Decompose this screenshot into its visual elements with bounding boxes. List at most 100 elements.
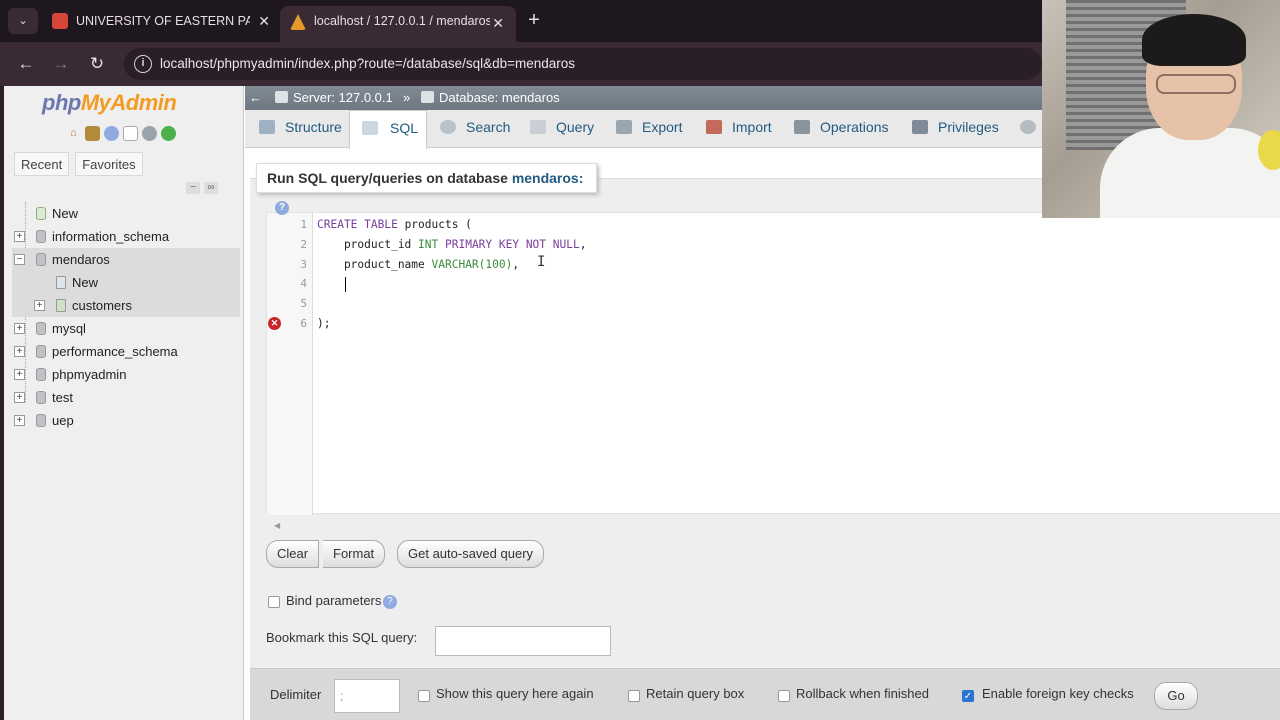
tab-search-menu-icon[interactable]: ⌄ <box>8 8 38 34</box>
search-icon <box>440 120 456 134</box>
logout-icon[interactable] <box>85 126 100 141</box>
tree-item-mysql[interactable]: + mysql <box>12 317 240 340</box>
browser-tab-phpmyadmin[interactable]: localhost / 127.0.0.1 / mendaros ✕ <box>280 6 516 42</box>
database-icon <box>36 414 46 427</box>
tab-privileges[interactable]: Privileges <box>898 110 999 148</box>
scroll-left-arrow-icon[interactable]: ◀ <box>274 521 280 530</box>
reload-navigation-icon[interactable] <box>161 126 176 141</box>
database-tree: New + information_schema − mendaros New … <box>12 202 240 432</box>
breadcrumb-database[interactable]: Database: mendaros <box>421 86 560 110</box>
address-bar[interactable]: i localhost/phpmyadmin/index.php?route=/… <box>124 48 1042 80</box>
legend-text: Run SQL query/queries on database <box>267 170 508 186</box>
retain-query-box-label: Retain query box <box>646 686 745 701</box>
rollback-when-finished-checkbox[interactable] <box>778 690 790 702</box>
tree-item-label: New <box>72 275 99 290</box>
tree-item-phpmyadmin[interactable]: + phpmyadmin <box>12 363 240 386</box>
expand-icon[interactable]: + <box>14 392 25 403</box>
tab-export[interactable]: Export <box>602 110 682 148</box>
collapse-icon[interactable]: − <box>14 254 25 265</box>
expand-icon[interactable]: + <box>14 415 25 426</box>
sql-text: , <box>512 258 520 271</box>
server-label: Server: 127.0.0.1 <box>293 90 393 105</box>
navigation-panel: phpMyAdmin ⌂ Recent Favorites − ∞ New + … <box>4 86 244 720</box>
show-query-again-checkbox[interactable] <box>418 690 430 702</box>
favorites-tab[interactable]: Favorites <box>75 152 143 176</box>
delimiter-input[interactable]: ; <box>334 679 400 713</box>
phpmyadmin-logo[interactable]: phpMyAdmin <box>42 90 177 116</box>
go-button[interactable]: Go <box>1154 682 1198 710</box>
tab-sql[interactable]: SQL <box>349 110 427 149</box>
person-glasses <box>1156 74 1236 94</box>
bind-parameters-checkbox[interactable] <box>268 596 280 608</box>
tree-item-uep[interactable]: + uep <box>12 409 240 432</box>
tab-import[interactable]: Import <box>692 110 772 148</box>
help-icon[interactable]: ? <box>383 595 397 609</box>
sql-icon <box>362 121 378 135</box>
tab-structure[interactable]: Structure <box>245 110 342 148</box>
tree-item-label: uep <box>52 413 74 428</box>
url-text[interactable]: localhost/phpmyadmin/index.php?route=/da… <box>160 48 575 80</box>
bind-parameters-label: Bind parameters <box>286 593 382 608</box>
tree-item-information-schema[interactable]: + information_schema <box>12 225 240 248</box>
person-hair <box>1142 14 1246 66</box>
help-icon[interactable]: ? <box>275 201 289 215</box>
expand-icon[interactable]: + <box>14 369 25 380</box>
link-with-main-icon[interactable]: ∞ <box>204 182 218 194</box>
retain-query-box-checkbox[interactable] <box>628 690 640 702</box>
tree-item-mendaros[interactable]: − mendaros <box>12 248 240 271</box>
structure-icon <box>259 120 275 134</box>
sql-editor[interactable]: 1 2 3 4 5 ✕ 6 CREATE TABLE products ( pr… <box>266 212 1280 515</box>
tree-item-performance-schema[interactable]: + performance_schema <box>12 340 240 363</box>
server-icon <box>275 91 288 103</box>
settings-gear-icon[interactable] <box>142 126 157 141</box>
tab-title: UNIVERSITY OF EASTERN PANG <box>76 14 250 28</box>
breadcrumb-server[interactable]: Server: 127.0.0.1 <box>275 86 393 110</box>
database-icon <box>36 322 46 335</box>
tab-more[interactable] <box>1006 110 1036 148</box>
help-icon[interactable] <box>104 126 119 141</box>
site-info-icon[interactable]: i <box>134 55 152 73</box>
new-table-icon <box>56 276 66 289</box>
expand-icon[interactable]: + <box>14 323 25 334</box>
expand-icon[interactable]: + <box>14 346 25 357</box>
person-shirt <box>1100 128 1280 218</box>
tab-label: Structure <box>285 119 342 135</box>
reload-icon[interactable]: ↻ <box>84 51 110 77</box>
tree-item-new-database[interactable]: New <box>12 202 240 225</box>
tree-item-label: New <box>52 206 79 221</box>
tab-operations[interactable]: Operations <box>780 110 888 148</box>
line-gutter: 1 2 3 4 5 ✕ 6 <box>267 213 313 515</box>
tab-search[interactable]: Search <box>426 110 510 148</box>
bookmark-input[interactable] <box>435 626 611 656</box>
tree-item-label: customers <box>72 298 132 313</box>
new-tab-button[interactable]: + <box>520 6 548 36</box>
format-button[interactable]: Format <box>323 540 386 568</box>
sql-text: products ( <box>397 218 472 231</box>
browser-tab-university[interactable]: UNIVERSITY OF EASTERN PANG ✕ <box>48 6 276 36</box>
back-arrow-icon[interactable]: ← <box>13 51 39 77</box>
tree-item-new-table[interactable]: New <box>12 271 240 294</box>
clear-button[interactable]: Clear <box>266 540 320 568</box>
collapse-sidebar-icon[interactable]: ← <box>249 86 265 110</box>
tab-query[interactable]: Query <box>516 110 594 148</box>
breadcrumb-separator: » <box>403 90 411 105</box>
collapse-all-icon[interactable]: − <box>186 182 200 194</box>
get-auto-saved-query-button[interactable]: Get auto-saved query <box>397 540 545 568</box>
forward-arrow-icon[interactable]: → <box>48 51 74 77</box>
recent-tab[interactable]: Recent <box>14 152 70 176</box>
expand-icon[interactable]: + <box>34 300 45 311</box>
tree-item-customers[interactable]: + customers <box>12 294 240 317</box>
tab-label: Operations <box>820 119 889 135</box>
tree-item-label: mysql <box>52 321 86 336</box>
background-object <box>1258 130 1280 170</box>
documentation-icon[interactable] <box>123 126 138 141</box>
sql-keyword: PRIMARY KEY NOT NULL <box>438 238 580 251</box>
logo-myadmin: MyAdmin <box>80 90 177 115</box>
tree-item-label: performance_schema <box>52 344 178 359</box>
enable-foreign-key-checks-checkbox[interactable]: ✓ <box>962 690 974 702</box>
tree-item-test[interactable]: + test <box>12 386 240 409</box>
home-icon[interactable]: ⌂ <box>66 126 81 141</box>
expand-icon[interactable]: + <box>14 231 25 242</box>
close-tab-icon[interactable]: ✕ <box>492 8 504 38</box>
close-tab-icon[interactable]: ✕ <box>258 6 270 36</box>
